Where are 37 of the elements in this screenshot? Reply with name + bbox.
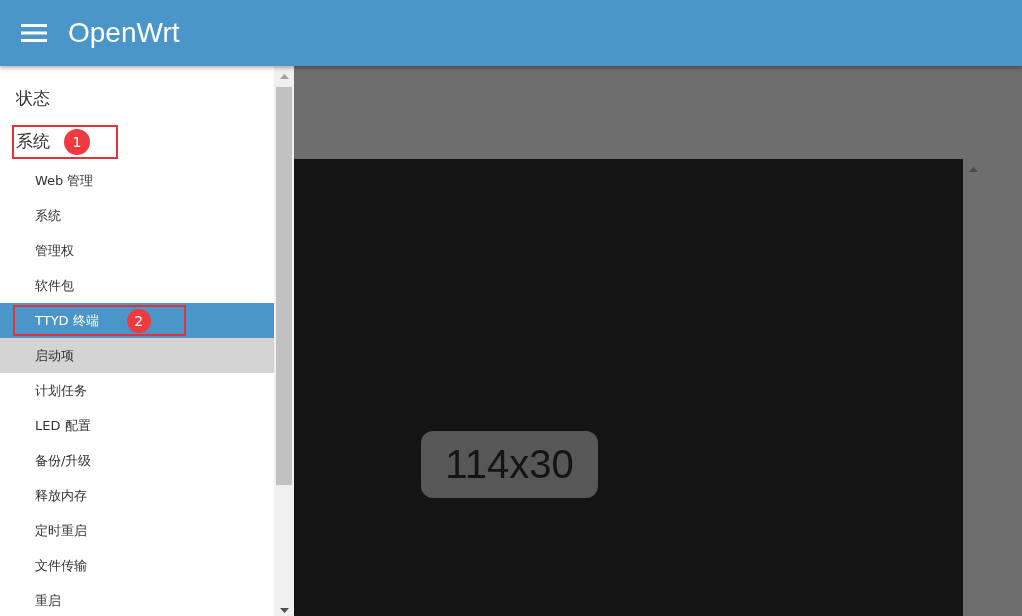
subitem-label: 释放内存: [35, 486, 87, 505]
scrollbar-thumb[interactable]: [276, 87, 292, 485]
sidebar-subitem[interactable]: 管理权: [0, 233, 274, 268]
sidebar-subitem[interactable]: 系统: [0, 198, 274, 233]
menu-icon[interactable]: [21, 24, 47, 42]
sidebar-subitem[interactable]: 重启: [0, 583, 274, 616]
subitem-label: LED 配置: [35, 416, 91, 435]
sidebar-subitem[interactable]: 软件包: [0, 268, 274, 303]
subitem-label: 备份/升级: [35, 451, 92, 470]
size-overlay: 114x30: [421, 431, 598, 498]
sidebar-subitem[interactable]: 释放内存: [0, 478, 274, 513]
sidebar-subitem[interactable]: Web 管理: [0, 163, 274, 198]
sidebar-subitem[interactable]: 启动项: [0, 338, 274, 373]
sidebar-subitem[interactable]: 定时重启: [0, 513, 274, 548]
subitem-label: 定时重启: [35, 521, 87, 540]
sidebar-subitem[interactable]: LED 配置: [0, 408, 274, 443]
subitem-label: 系统: [35, 206, 61, 225]
scroll-up-icon[interactable]: [280, 74, 289, 79]
subitem-label: 启动项: [35, 346, 74, 365]
sidebar-subitem[interactable]: 计划任务: [0, 373, 274, 408]
sidebar-subitem[interactable]: 备份/升级: [0, 443, 274, 478]
subitem-label: 文件传输: [35, 556, 87, 575]
subitem-label: 软件包: [35, 276, 74, 295]
sidebar-item[interactable]: 状态: [12, 81, 50, 116]
scroll-up-icon[interactable]: [969, 167, 978, 172]
scrollbar[interactable]: [274, 66, 294, 616]
subitem-label: 计划任务: [35, 381, 87, 400]
subitem-label: 重启: [35, 591, 61, 610]
sidebar-subitem[interactable]: 文件传输: [0, 548, 274, 583]
sidebar-item[interactable]: 系统: [16, 130, 50, 153]
scroll-down-icon[interactable]: [280, 608, 289, 613]
step-badge: 1: [64, 128, 90, 155]
step-badge: 2: [126, 308, 151, 333]
subitem-label: 管理权: [35, 241, 74, 260]
subitem-label: TTYD 终端: [35, 311, 99, 330]
subitem-label: Web 管理: [35, 171, 94, 190]
sidebar-subitem[interactable]: TTYD 终端 2: [0, 303, 274, 338]
